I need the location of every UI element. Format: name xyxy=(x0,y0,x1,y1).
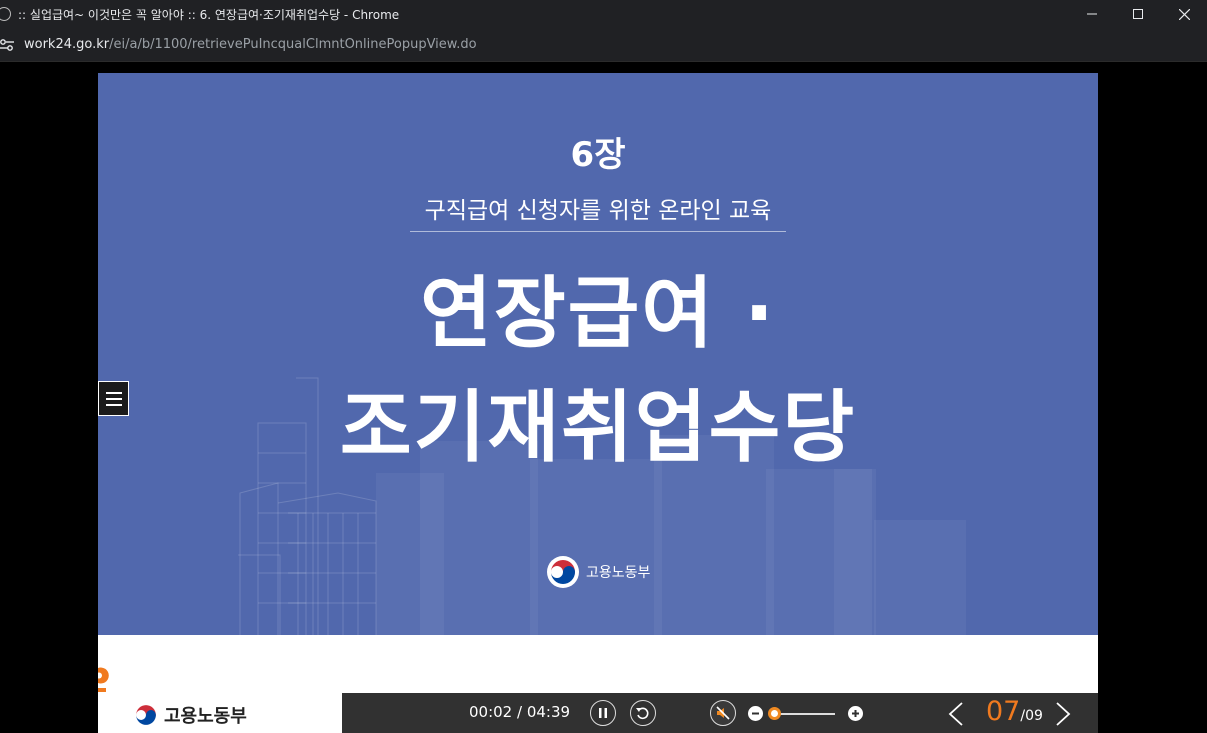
replay-icon xyxy=(636,707,649,720)
slide-title-line2: 조기재취업수당 xyxy=(339,383,857,473)
close-window-button[interactable] xyxy=(1161,0,1207,28)
footer-logo-text: 고용노동부 xyxy=(164,706,247,727)
hamburger-icon xyxy=(105,391,122,394)
lecture-slide: 6장 구직급여 신청자를 위한 온라인 교육 연장급여 · 조기재취업수당 고용… xyxy=(98,73,1098,635)
slide-subtitle: 구직급여 신청자를 위한 온라인 교육 xyxy=(410,191,786,232)
maximize-button[interactable] xyxy=(1115,0,1161,28)
prev-page-arrow-icon[interactable] xyxy=(947,701,965,727)
slide-ministry-logo: 고용노동부 xyxy=(546,555,650,589)
playback-time: 00:02 / 04:39 xyxy=(469,703,571,721)
muted-speaker-icon xyxy=(716,706,730,720)
location-pin-icon xyxy=(98,667,109,692)
site-info-icon[interactable] xyxy=(0,36,16,54)
next-page-arrow-icon[interactable] xyxy=(1054,701,1072,727)
mute-button[interactable] xyxy=(710,700,736,726)
slide-logo-text: 고용노동부 xyxy=(586,565,651,581)
volume-up-button[interactable] xyxy=(848,706,863,721)
page-favicon-icon xyxy=(0,7,11,21)
plus-icon xyxy=(852,710,859,717)
total-pages: /09 xyxy=(1020,708,1043,724)
close-icon xyxy=(1178,8,1190,20)
replay-button[interactable] xyxy=(630,700,656,726)
current-page: 07 xyxy=(986,696,1021,727)
page-indicator: 07/09 xyxy=(986,696,1043,727)
slide-menu-button[interactable] xyxy=(98,381,129,416)
pause-icon xyxy=(599,708,607,718)
minus-icon xyxy=(752,712,759,715)
window-titlebar: :: 실업급여~ 이것만은 꼭 알아야 :: 6. 연장급여·조기재취업수당 -… xyxy=(0,0,1207,28)
window-controls xyxy=(1069,0,1207,28)
hamburger-line xyxy=(105,397,122,400)
url-text[interactable]: work24.go.kr/ei/a/b/1100/retrievePuIncqu… xyxy=(24,37,477,52)
address-bar[interactable]: work24.go.kr/ei/a/b/1100/retrievePuIncqu… xyxy=(0,28,1207,62)
footer-ministry-logo: 고용노동부 xyxy=(132,701,247,729)
url-path: /ei/a/b/1100/retrievePuIncqualClmntOnlin… xyxy=(109,37,477,52)
taegeuk-emblem-icon xyxy=(547,556,579,588)
minimize-button[interactable] xyxy=(1069,0,1115,28)
minimize-icon xyxy=(1087,13,1097,15)
chapter-label: 6장 xyxy=(570,135,626,175)
maximize-icon xyxy=(1133,9,1143,19)
volume-slider-track[interactable] xyxy=(775,713,835,715)
page-viewport: 6장 구직급여 신청자를 위한 온라인 교육 연장급여 · 조기재취업수당 고용… xyxy=(0,63,1207,733)
pause-button[interactable] xyxy=(590,700,616,726)
url-domain: work24.go.kr xyxy=(24,37,110,52)
hamburger-line xyxy=(105,403,122,406)
slide-title-line1: 연장급여 · xyxy=(420,269,776,359)
player-control-bar: 00:02 / 04:39 07/09 xyxy=(342,693,1098,733)
volume-slider-knob[interactable] xyxy=(768,707,781,720)
taegeuk-emblem-icon xyxy=(132,701,160,729)
window-title: :: 실업급여~ 이것만은 꼭 알아야 :: 6. 연장급여·조기재취업수당 -… xyxy=(18,7,400,22)
volume-down-button[interactable] xyxy=(748,706,763,721)
